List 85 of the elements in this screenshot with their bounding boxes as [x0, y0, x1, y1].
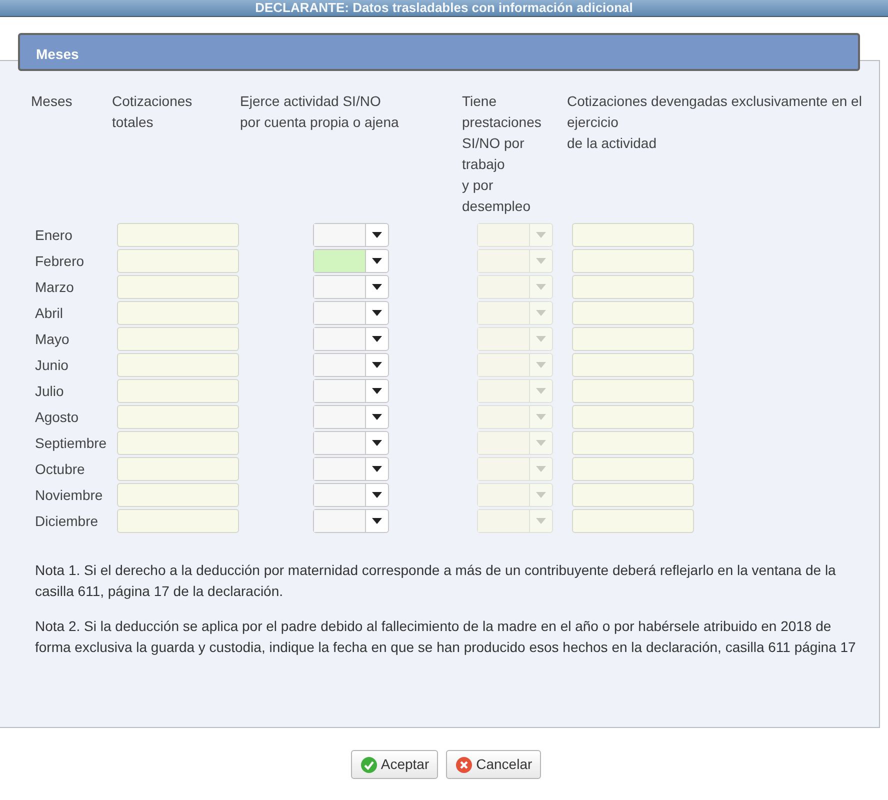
- caret-icon: [372, 388, 382, 394]
- caret-icon: [536, 310, 546, 316]
- caret-icon: [372, 310, 382, 316]
- input-field[interactable]: [572, 301, 694, 325]
- input-field[interactable]: [572, 405, 694, 429]
- caret-icon: [372, 466, 382, 472]
- caret-icon: [372, 362, 382, 368]
- dropdown-field[interactable]: [313, 379, 389, 403]
- dropdown-field[interactable]: [313, 457, 389, 481]
- caret-icon: [536, 388, 546, 394]
- input-field[interactable]: [117, 223, 239, 247]
- input-field[interactable]: [117, 509, 239, 533]
- input-field[interactable]: [572, 249, 694, 273]
- input-field[interactable]: [572, 379, 694, 403]
- dropdown-field[interactable]: [313, 301, 389, 325]
- input-field[interactable]: [117, 457, 239, 481]
- month-label: Febrero: [34, 252, 86, 271]
- section-header: Meses: [18, 33, 860, 71]
- column-header: Tiene prestaciones SI/NO por trabajo y por desempleo: [462, 92, 542, 216]
- caret-icon: [372, 284, 382, 290]
- input-field[interactable]: [572, 509, 694, 533]
- accept-button[interactable]: Aceptar: [350, 750, 438, 779]
- month-label: Julio: [34, 382, 65, 401]
- input-field[interactable]: [117, 249, 239, 273]
- month-label: Abril: [34, 304, 64, 323]
- caret-icon: [536, 284, 546, 290]
- input-field[interactable]: [117, 379, 239, 403]
- caret-icon: [536, 336, 546, 342]
- caret-icon: [372, 414, 382, 420]
- note-text: Nota 1. Si el derecho a la deducción por maternidad corresponde a más de un contribuyente deberá reflejarlo en la ventana de la casilla 611, página 17 de la declaración.: [35, 561, 837, 601]
- column-header: Meses: [31, 92, 74, 111]
- input-field[interactable]: [572, 353, 694, 377]
- caret-icon: [372, 232, 382, 238]
- caret-icon: [372, 336, 382, 342]
- input-field[interactable]: [117, 405, 239, 429]
- input-field[interactable]: [117, 327, 239, 351]
- input-field[interactable]: [572, 223, 694, 247]
- close-icon: [455, 756, 474, 774]
- column-header: Ejerce actividad SI/NO por cuenta propia o ajena: [240, 92, 400, 132]
- dropdown-field[interactable]: [313, 353, 389, 377]
- column-header: Cotizaciones totales: [112, 92, 194, 132]
- input-field[interactable]: [117, 301, 239, 325]
- caret-icon: [372, 258, 382, 264]
- input-field[interactable]: [117, 483, 239, 507]
- input-field[interactable]: [117, 353, 239, 377]
- dropdown-field[interactable]: [313, 483, 389, 507]
- dialog-title: DECLARANTE: Datos trasladables con información adicional: [254, 0, 634, 16]
- caret-icon: [372, 440, 382, 446]
- caret-icon: [536, 440, 546, 446]
- input-field[interactable]: [117, 431, 239, 455]
- dropdown-field[interactable]: [313, 249, 389, 273]
- caret-icon: [372, 518, 382, 524]
- month-label: Noviembre: [34, 486, 104, 505]
- caret-icon: [536, 518, 546, 524]
- input-field[interactable]: [572, 483, 694, 507]
- month-label: Junio: [34, 356, 70, 375]
- dropdown-field[interactable]: [313, 275, 389, 299]
- month-label: Marzo: [34, 278, 75, 297]
- caret-icon: [536, 414, 546, 420]
- dropdown-field[interactable]: [313, 405, 389, 429]
- dropdown-field[interactable]: [313, 327, 389, 351]
- dropdown-field[interactable]: [313, 223, 389, 247]
- note-text: Nota 2. Si la deducción se aplica por el padre debido al fallecimiento de la madre en el año o por habérsele atribuido en 2018 de forma exclusiva la guarda y custodia, indique la fecha en que se han producido esos hechos en la declaración, casilla 611 página 17: [35, 617, 857, 657]
- input-field[interactable]: [117, 275, 239, 299]
- caret-icon: [536, 492, 546, 498]
- caret-icon: [372, 492, 382, 498]
- dropdown-field[interactable]: [313, 509, 389, 533]
- input-field[interactable]: [572, 457, 694, 481]
- month-label: Mayo: [34, 330, 70, 349]
- month-label: Septiembre: [34, 434, 108, 453]
- month-label: Octubre: [34, 460, 86, 479]
- dropdown-field[interactable]: [313, 431, 389, 455]
- input-field[interactable]: [572, 431, 694, 455]
- cancel-button[interactable]: Cancelar: [446, 750, 542, 779]
- check-icon: [360, 756, 378, 774]
- input-field[interactable]: [572, 275, 694, 299]
- input-field[interactable]: [572, 327, 694, 351]
- caret-icon: [536, 466, 546, 472]
- column-header: Cotizaciones devengadas exclusivamente en el ejercicio de la actividad: [567, 92, 862, 153]
- month-label: Agosto: [34, 408, 80, 427]
- month-label: Diciembre: [34, 512, 100, 531]
- caret-icon: [536, 232, 546, 238]
- caret-icon: [536, 362, 546, 368]
- month-label: Enero: [34, 226, 74, 245]
- caret-icon: [536, 258, 546, 264]
